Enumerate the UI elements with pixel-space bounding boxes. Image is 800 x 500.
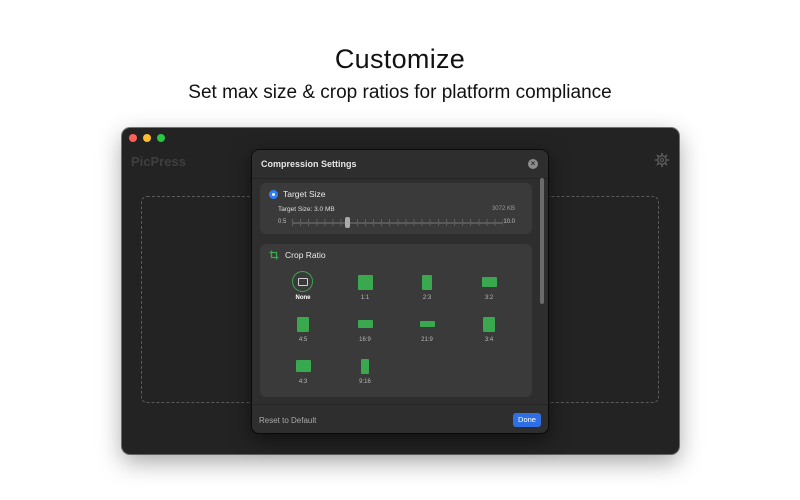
crop-ratio-option[interactable]: 3:2 xyxy=(469,269,509,311)
dialog-title: Compression Settings xyxy=(261,159,357,169)
promo-subhead: Set max size & crop ratios for platform … xyxy=(188,82,612,103)
ratio-shape-icon xyxy=(416,313,438,335)
ratio-shape-icon xyxy=(416,271,438,293)
target-size-value: Target Size: 3.0 MB xyxy=(278,206,335,213)
ratio-shape xyxy=(422,274,432,290)
crop-ratio-label: 3:2 xyxy=(484,295,494,301)
ratio-shape-icon xyxy=(478,313,500,335)
crop-ratio-option[interactable]: 1:1 xyxy=(345,269,385,311)
crop-ratio-option[interactable]: 4:3 xyxy=(283,353,323,395)
ratio-shape-icon xyxy=(478,271,500,293)
target-size-kb: 3072 KB xyxy=(491,206,515,212)
crop-ratio-label: 21:9 xyxy=(421,337,433,343)
ratio-shape xyxy=(297,316,309,332)
ratio-shape xyxy=(483,316,495,332)
window-minimize-button[interactable] xyxy=(143,134,151,142)
ratio-shape xyxy=(357,319,373,329)
ratio-shape xyxy=(419,320,435,328)
crop-ratio-option[interactable]: 3:4 xyxy=(469,311,509,353)
target-size-radio[interactable] xyxy=(269,190,278,199)
slider-max-label: 10.0 xyxy=(503,219,515,225)
window-controls xyxy=(129,134,165,142)
ratio-shape xyxy=(481,277,497,287)
crop-ratio-label: 4:3 xyxy=(298,379,308,385)
crop-ratio-label: 1:1 xyxy=(360,295,370,301)
crop-ratio-option[interactable]: 16:9 xyxy=(345,311,385,353)
crop-ratio-option[interactable]: None xyxy=(283,269,323,311)
crop-ratio-grid: None 1:1 2:3 3:2 4:5 16:9 21:9 3:4 4:3 9:16 xyxy=(283,269,529,389)
crop-ratio-label: 16:9 xyxy=(359,337,371,343)
crop-ratio-label: 4:5 xyxy=(298,337,308,343)
ratio-shape-icon xyxy=(292,313,314,335)
slider-thumb[interactable] xyxy=(345,217,351,228)
crop-ratio-option[interactable]: 9:16 xyxy=(345,353,385,395)
crop-ratio-label: 3:4 xyxy=(484,337,494,343)
dialog-footer: Reset to Default Done xyxy=(252,404,548,433)
crop-ratio-option[interactable]: 21:9 xyxy=(407,311,447,353)
dialog-header: Compression Settings × xyxy=(252,150,548,179)
promo-headline: Customize xyxy=(334,44,466,74)
no-crop-icon xyxy=(292,271,313,292)
done-button[interactable]: Done xyxy=(513,413,541,427)
slider-ticks xyxy=(292,219,503,226)
ratio-shape xyxy=(360,358,370,374)
app-title: PicPress xyxy=(131,154,186,169)
crop-ratio-label: 9:16 xyxy=(359,379,371,385)
slider-min-label: 0.5 xyxy=(278,219,287,225)
reset-to-default-button[interactable]: Reset to Default xyxy=(259,416,316,425)
target-size-title: Target Size xyxy=(283,189,326,199)
window-close-button[interactable] xyxy=(129,134,137,142)
crop-ratio-label: 2:3 xyxy=(422,295,432,301)
ratio-shape-icon xyxy=(354,355,376,377)
gear-icon[interactable] xyxy=(654,152,670,168)
crop-ratio-option[interactable]: 2:3 xyxy=(407,269,447,311)
ratio-shape xyxy=(357,274,373,290)
crop-ratio-title: Crop Ratio xyxy=(285,250,326,260)
crop-ratio-section: Crop Ratio None 1:1 2:3 3:2 4:5 16:9 21:9 3:4 4:… xyxy=(260,244,532,397)
crop-icon xyxy=(269,250,279,260)
ratio-shape-icon xyxy=(354,271,376,293)
window-zoom-button[interactable] xyxy=(157,134,165,142)
crop-ratio-option[interactable]: 4:5 xyxy=(283,311,323,353)
ratio-shape-icon xyxy=(292,355,314,377)
crop-ratio-label: None xyxy=(295,295,311,301)
dialog-scrollbar[interactable] xyxy=(540,178,545,403)
ratio-shape-icon xyxy=(354,313,376,335)
close-icon[interactable]: × xyxy=(528,159,538,169)
scrollbar-thumb[interactable] xyxy=(540,178,544,304)
compression-settings-dialog: Compression Settings × Target Size Targe… xyxy=(252,150,548,433)
ratio-shape xyxy=(295,360,311,372)
target-size-section: Target Size Target Size: 3.0 MB 3072 KB … xyxy=(260,183,532,234)
frame-icon xyxy=(298,278,308,286)
